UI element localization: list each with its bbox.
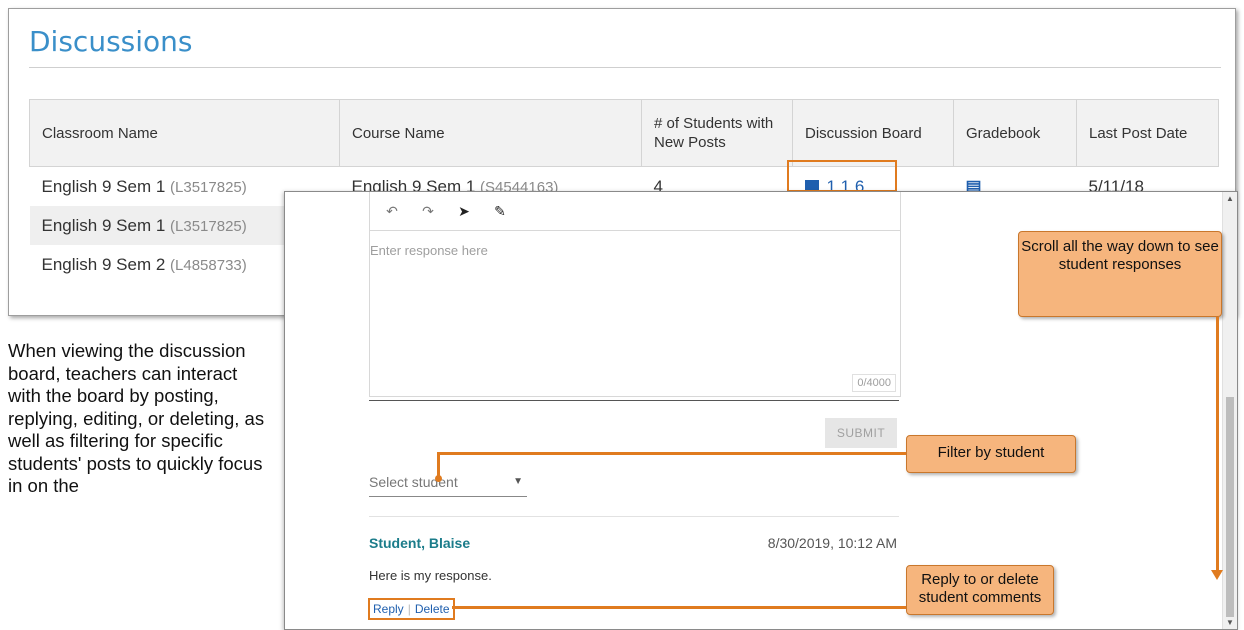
reply-link[interactable]: Reply	[373, 602, 404, 616]
column-header-board: Discussion Board	[792, 99, 954, 167]
classroom-name: English 9 Sem 2	[41, 254, 166, 274]
callout-filter: Filter by student	[906, 435, 1076, 473]
editor-underline	[369, 400, 899, 401]
response-editor: ↶ ↷ ➤ ✎ Enter response here 0/4000	[369, 192, 901, 397]
eraser-icon[interactable]: ✎	[492, 203, 508, 220]
student-select[interactable]: Select student ▼	[369, 474, 527, 497]
post-author: Student, Blaise	[369, 535, 471, 551]
chevron-down-icon: ▼	[513, 476, 523, 487]
callout-reply: Reply to or delete student comments	[906, 565, 1054, 615]
submit-button[interactable]: SUBMIT	[825, 418, 897, 448]
scrollbar[interactable]: ▲ ▼	[1222, 192, 1237, 629]
scroll-arrow-icon	[1211, 570, 1223, 580]
action-separator: |	[407, 602, 411, 616]
character-counter: 0/4000	[852, 374, 896, 392]
narrative-text: When viewing the discussion board, teach…	[8, 340, 265, 496]
redo-icon[interactable]: ↷	[420, 203, 436, 220]
callout-scroll: Scroll all the way down to see student r…	[1018, 231, 1222, 317]
column-header-classroom: Classroom Name	[29, 99, 340, 167]
filter-connector-h	[437, 452, 906, 455]
delete-link[interactable]: Delete	[415, 602, 450, 616]
column-header-last-post: Last Post Date	[1076, 99, 1219, 167]
column-header-students: # of Students with New Posts	[641, 99, 793, 167]
page-title: Discussions	[29, 25, 193, 58]
reply-connector	[452, 606, 906, 609]
post-body: Here is my response.	[369, 568, 492, 583]
column-header-gradebook: Gradebook	[953, 99, 1077, 167]
board-highlight	[787, 160, 897, 192]
post-divider	[369, 516, 899, 517]
filter-dot	[435, 475, 442, 482]
post-date: 8/30/2019, 10:12 AM	[767, 535, 897, 551]
student-select-placeholder: Select student	[369, 474, 458, 490]
editor-toolbar: ↶ ↷ ➤ ✎	[370, 192, 900, 231]
post-actions: Reply | Delete	[368, 598, 455, 620]
scroll-up-icon[interactable]: ▲	[1226, 194, 1234, 203]
response-textarea[interactable]: Enter response here 0/4000	[370, 231, 900, 396]
column-header-course: Course Name	[339, 99, 642, 167]
classroom-code: (L3517825)	[170, 217, 247, 235]
undo-icon[interactable]: ↶	[384, 203, 400, 220]
scroll-connector	[1216, 317, 1219, 570]
classroom-code: (L3517825)	[170, 178, 247, 196]
response-placeholder: Enter response here	[370, 243, 488, 258]
classroom-code: (L4858733)	[170, 256, 247, 274]
scroll-down-icon[interactable]: ▼	[1226, 618, 1234, 627]
title-divider	[29, 67, 1221, 68]
scroll-thumb[interactable]	[1226, 397, 1234, 617]
pointer-icon[interactable]: ➤	[456, 203, 472, 220]
classroom-name: English 9 Sem 1	[41, 176, 166, 196]
classroom-name: English 9 Sem 1	[41, 215, 166, 235]
